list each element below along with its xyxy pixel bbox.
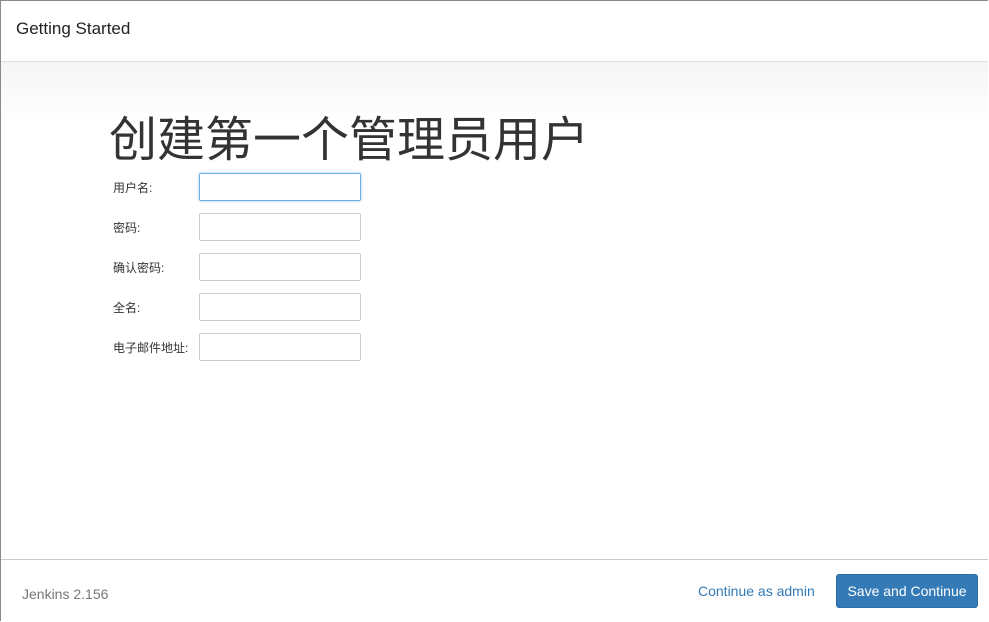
fullname-label: 全名:	[113, 301, 141, 315]
save-and-continue-button[interactable]: Save and Continue	[836, 574, 978, 608]
username-label: 用户名:	[113, 181, 153, 195]
email-label: 电子邮件地址:	[113, 341, 189, 355]
email-input[interactable]	[199, 333, 361, 361]
header-title: Getting Started	[16, 19, 131, 38]
username-input[interactable]	[199, 173, 361, 201]
password-label: 密码:	[113, 221, 141, 235]
version-label: Jenkins 2.156	[22, 586, 109, 602]
confirm-password-input[interactable]	[199, 253, 361, 281]
setup-wizard-window: Getting Started 创建第一个管理员用户 用户名: 密码: 确认密码…	[0, 0, 988, 621]
fullname-input[interactable]	[199, 293, 361, 321]
password-input[interactable]	[199, 213, 361, 241]
content-area: 创建第一个管理员用户 用户名: 密码: 确认密码: 全名: 电子邮件地址:	[1, 62, 988, 560]
footer: Jenkins 2.156 Continue as admin Save and…	[1, 559, 988, 621]
confirm-password-label: 确认密码:	[113, 261, 165, 275]
continue-as-admin-link[interactable]: Continue as admin	[698, 583, 815, 599]
page-title: 创建第一个管理员用户	[109, 112, 590, 168]
header: Getting Started	[1, 1, 988, 62]
